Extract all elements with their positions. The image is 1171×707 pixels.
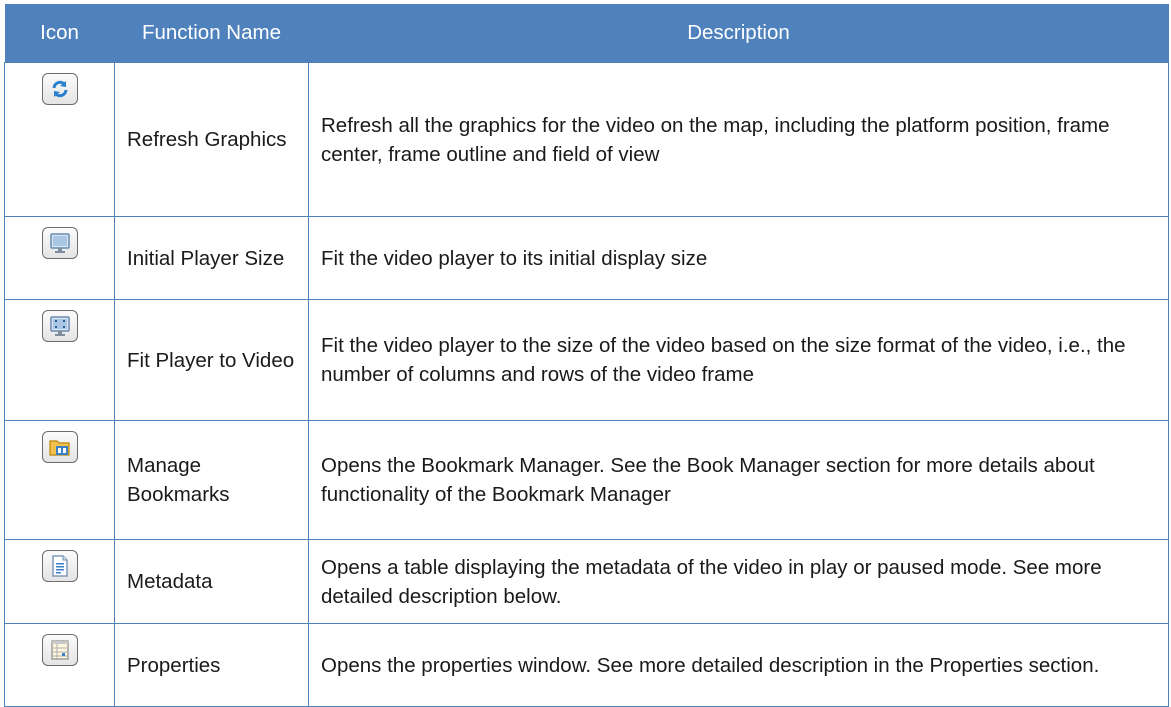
refresh-icon[interactable]: [41, 73, 78, 105]
function-name: Initial Player Size: [114, 216, 309, 300]
function-name: Refresh Graphics: [114, 62, 309, 217]
function-table: Icon Function Name Description Refresh G…: [4, 4, 1169, 707]
function-name: Properties: [114, 623, 309, 707]
function-description: Fit the video player to its initial disp…: [308, 216, 1169, 300]
function-name: Fit Player to Video: [114, 299, 309, 421]
header-function-name: Function Name: [114, 4, 309, 63]
function-description: Fit the video player to the size of the …: [308, 299, 1169, 421]
monitor-icon[interactable]: [41, 227, 78, 259]
table-row: Fit Player to Video Fit the video player…: [4, 299, 1169, 421]
properties-grid-icon[interactable]: [41, 634, 78, 666]
function-description: Opens the properties window. See more de…: [308, 623, 1169, 707]
header-icon: Icon: [4, 4, 115, 63]
bookmark-folder-icon[interactable]: [41, 431, 78, 463]
table-row: Properties Opens the properties window. …: [4, 623, 1169, 707]
function-description: Opens the Bookmark Manager. See the Book…: [308, 420, 1169, 540]
function-name: Manage Bookmarks: [114, 420, 309, 540]
function-name: Metadata: [114, 539, 309, 624]
table-row: Metadata Opens a table displaying the me…: [4, 539, 1169, 624]
function-description: Refresh all the graphics for the video o…: [308, 62, 1169, 217]
fit-screen-icon[interactable]: [41, 310, 78, 342]
table-row: Refresh Graphics Refresh all the graphic…: [4, 62, 1169, 217]
function-description: Opens a table displaying the metadata of…: [308, 539, 1169, 624]
table-row: Initial Player Size Fit the video player…: [4, 216, 1169, 300]
header-description: Description: [308, 4, 1169, 63]
table-row: Manage Bookmarks Opens the Bookmark Mana…: [4, 420, 1169, 540]
document-icon[interactable]: [41, 550, 78, 582]
table-header-row: Icon Function Name Description: [4, 4, 1169, 63]
